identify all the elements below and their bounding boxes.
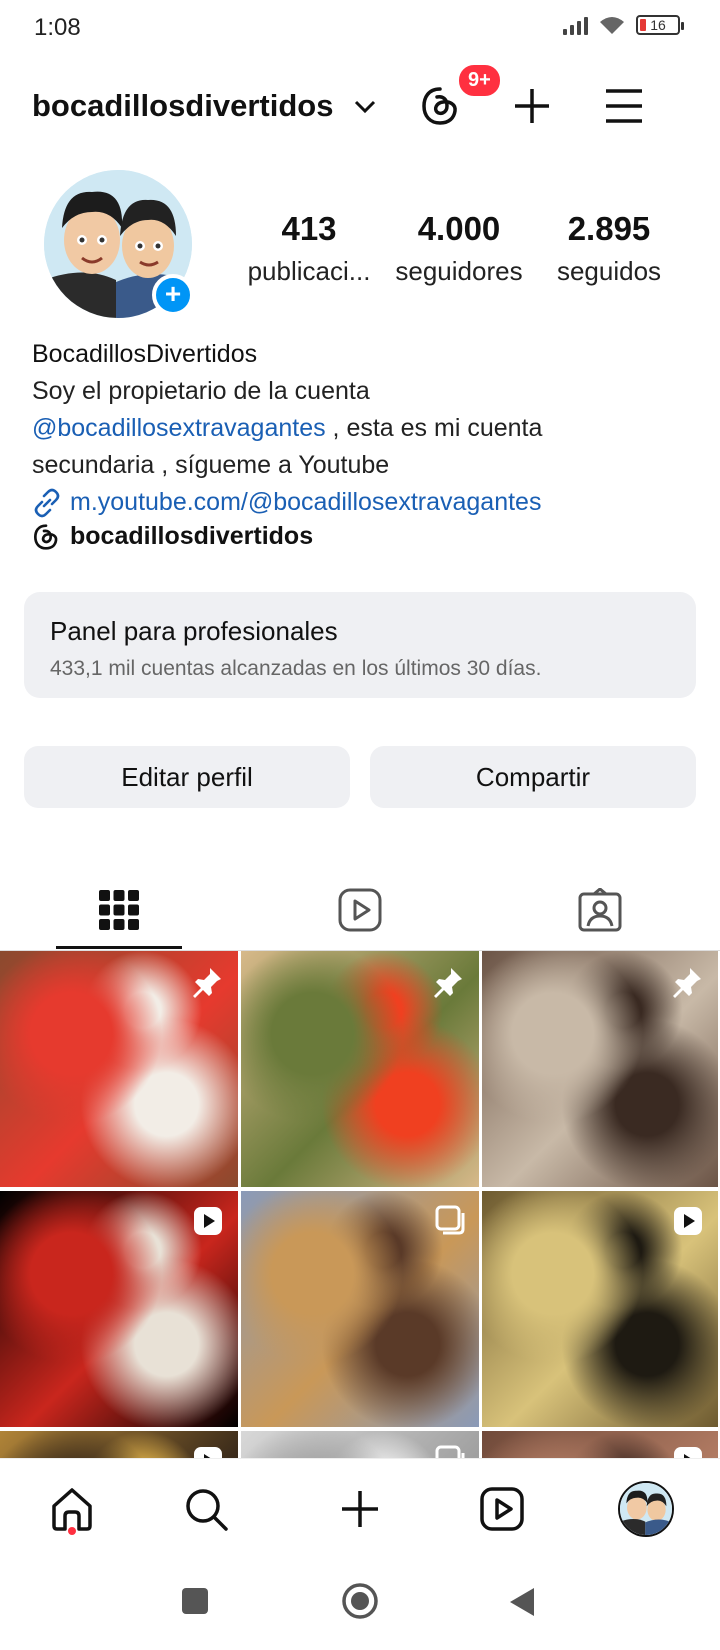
battery-icon: 16	[636, 15, 684, 35]
display-name: BocadillosDivertidos	[32, 340, 258, 368]
stat-value: 4.000	[417, 210, 501, 247]
tab-tagged[interactable]	[570, 880, 630, 940]
nav-reels[interactable]	[472, 1479, 532, 1539]
reel-icon	[672, 1205, 704, 1242]
profile-bio: BocadillosDivertidos Soy el propietario …	[32, 336, 692, 521]
threads-handle: bocadillosdivertidos	[70, 522, 314, 550]
bio-mention-link[interactable]: @bocadillosextravagantes	[32, 414, 326, 442]
share-profile-button[interactable]: Compartir	[370, 746, 696, 808]
wifi-icon	[600, 17, 624, 34]
post-thumbnail[interactable]	[0, 1191, 238, 1427]
tab-posts-grid[interactable]	[89, 880, 149, 940]
carousel-icon	[435, 1205, 465, 1240]
threads-icon	[422, 87, 457, 125]
post-thumbnail[interactable]	[241, 951, 479, 1187]
system-navigation	[0, 1558, 720, 1650]
active-tab-indicator	[56, 946, 182, 949]
chevron-down-icon[interactable]	[354, 100, 376, 114]
account-switcher-username[interactable]: bocadillosdivertidos	[32, 88, 333, 124]
notification-dot	[68, 1527, 76, 1535]
external-link[interactable]: m.youtube.com/@bocadillosextravagantes	[32, 484, 692, 521]
search-icon	[186, 1489, 228, 1531]
status-time: 1:08	[34, 14, 81, 41]
pin-icon	[431, 965, 465, 1004]
stat-following[interactable]: 2.895 seguidos	[534, 210, 684, 287]
bio-line: @bocadillosextravagantes , esta es mi cu…	[32, 410, 692, 447]
bio-line: secundaria , sígueme a Youtube	[32, 451, 390, 479]
pin-icon	[670, 965, 704, 1004]
status-bar: 1:08 16	[0, 0, 720, 56]
menu-button[interactable]	[598, 80, 650, 132]
bio-line: Soy el propietario de la cuenta	[32, 377, 370, 405]
post-thumbnail[interactable]	[241, 1191, 479, 1427]
add-story-button[interactable]: +	[152, 274, 194, 316]
post-thumbnail[interactable]	[482, 951, 718, 1187]
tagged-icon	[578, 888, 622, 932]
panel-title: Panel para profesionales	[50, 616, 338, 646]
create-icon	[342, 1491, 378, 1527]
pin-icon	[190, 965, 224, 1004]
plus-icon	[515, 89, 549, 123]
menu-icon	[606, 89, 642, 123]
nav-profile[interactable]	[616, 1479, 676, 1539]
stat-value: 2.895	[567, 210, 651, 247]
stat-posts[interactable]: 413 publicaci...	[234, 210, 384, 287]
bottom-navigation	[0, 1458, 720, 1558]
home-button[interactable]	[341, 1582, 379, 1620]
professional-dashboard[interactable]: Panel para profesionales 433,1 mil cuent…	[24, 592, 696, 698]
edit-profile-button[interactable]: Editar perfil	[24, 746, 350, 808]
home-icon	[52, 1488, 92, 1531]
tab-reels[interactable]	[330, 880, 390, 940]
threads-icon	[33, 523, 58, 550]
stat-followers[interactable]: 4.000 seguidores	[384, 210, 534, 287]
stat-label: seguidores	[395, 256, 523, 286]
grid-icon	[99, 890, 139, 930]
recents-button[interactable]	[180, 1586, 210, 1616]
panel-subtitle: 433,1 mil cuentas alcanzadas en los últi…	[50, 657, 542, 680]
post-thumbnail[interactable]	[482, 1191, 718, 1427]
create-button[interactable]	[506, 80, 558, 132]
reels-icon	[338, 888, 382, 932]
signal-icon	[563, 15, 588, 35]
battery-level: 16	[650, 17, 666, 33]
profile-avatar[interactable]: +	[44, 170, 194, 318]
status-icons: 16	[563, 14, 684, 36]
profile-stats: 413 publicaci... 4.000 seguidores 2.895 …	[234, 210, 684, 287]
reels-icon	[480, 1487, 524, 1531]
profile-avatar	[618, 1481, 674, 1537]
link-icon	[34, 488, 60, 517]
threads-profile-link[interactable]: bocadillosdivertidos	[32, 522, 313, 551]
stat-label: publicaci...	[247, 256, 371, 286]
nav-search[interactable]	[176, 1479, 236, 1539]
stat-value: 413	[281, 210, 337, 247]
notification-badge: 9+	[456, 62, 503, 99]
back-button[interactable]	[506, 1586, 536, 1618]
nav-create[interactable]	[330, 1479, 390, 1539]
reel-icon	[192, 1205, 224, 1242]
external-link-text[interactable]: m.youtube.com/@bocadillosextravagantes	[70, 484, 541, 521]
bio-text: , esta es mi cuenta	[325, 414, 543, 442]
profile-tabs	[0, 860, 720, 950]
post-thumbnail[interactable]	[0, 951, 238, 1187]
stat-label: seguidos	[556, 256, 662, 286]
profile-header: bocadillosdivertidos 9+	[0, 62, 720, 140]
